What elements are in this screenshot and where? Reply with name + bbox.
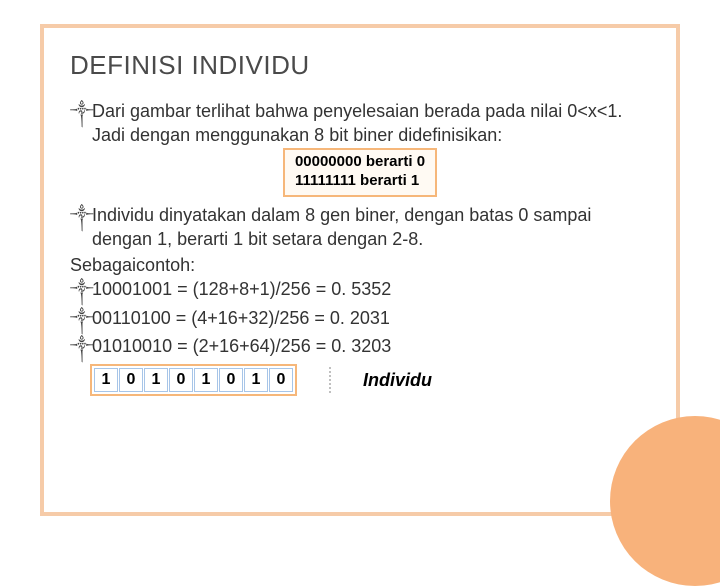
- slide-frame: DEFINISI INDIVIDU ༒ Dari gambar terlihat…: [40, 24, 680, 516]
- bullet-icon: ༒: [70, 334, 92, 360]
- bit-cell: 0: [119, 368, 143, 392]
- bit-cell: 1: [244, 368, 268, 392]
- bit-cells: 1 0 1 0 1 0 1 0: [90, 364, 297, 396]
- example-text: 10001001 = (128+8+1)/256 = 0. 5352: [92, 277, 650, 301]
- bit-cell: 1: [194, 368, 218, 392]
- bit-cell: 0: [269, 368, 293, 392]
- example-1: ༒ 10001001 = (128+8+1)/256 = 0. 5352: [70, 277, 650, 303]
- binary-line-2: 11111111 berarti 1: [295, 171, 425, 191]
- bullet-icon: ༒: [70, 277, 92, 303]
- binary-definition-box-wrap: 00000000 berarti 0 11111111 berarti 1: [70, 148, 650, 197]
- bullet-item-2: ༒ Individu dinyatakan dalam 8 gen biner,…: [70, 203, 650, 252]
- contoh-label: Sebagaicontoh:: [70, 253, 650, 277]
- bullet-icon: ༒: [70, 306, 92, 332]
- example-3: ༒ 01010010 = (2+16+64)/256 = 0. 3203: [70, 334, 650, 360]
- bullet-item-1: ༒ Dari gambar terlihat bahwa penyelesaia…: [70, 99, 650, 148]
- example-text: 01010010 = (2+16+64)/256 = 0. 3203: [92, 334, 650, 358]
- bullet-text: Dari gambar terlihat bahwa penyelesaian …: [92, 99, 650, 148]
- bullet-icon: ༒: [70, 203, 92, 229]
- bullet-text: Individu dinyatakan dalam 8 gen biner, d…: [92, 203, 650, 252]
- bit-cell: 0: [219, 368, 243, 392]
- individu-label: Individu: [363, 370, 432, 391]
- individu-row: 1 0 1 0 1 0 1 0 Individu: [90, 364, 650, 396]
- page-title: DEFINISI INDIVIDU: [70, 50, 650, 81]
- bit-cell: 1: [94, 368, 118, 392]
- binary-definition-box: 00000000 berarti 0 11111111 berarti 1: [283, 148, 437, 197]
- example-text: 00110100 = (4+16+32)/256 = 0. 2031: [92, 306, 650, 330]
- example-2: ༒ 00110100 = (4+16+32)/256 = 0. 2031: [70, 306, 650, 332]
- bit-cell: 1: [144, 368, 168, 392]
- binary-line-1: 00000000 berarti 0: [295, 152, 425, 172]
- dashed-separator: [329, 367, 331, 393]
- bit-cell: 0: [169, 368, 193, 392]
- bullet-icon: ༒: [70, 99, 92, 125]
